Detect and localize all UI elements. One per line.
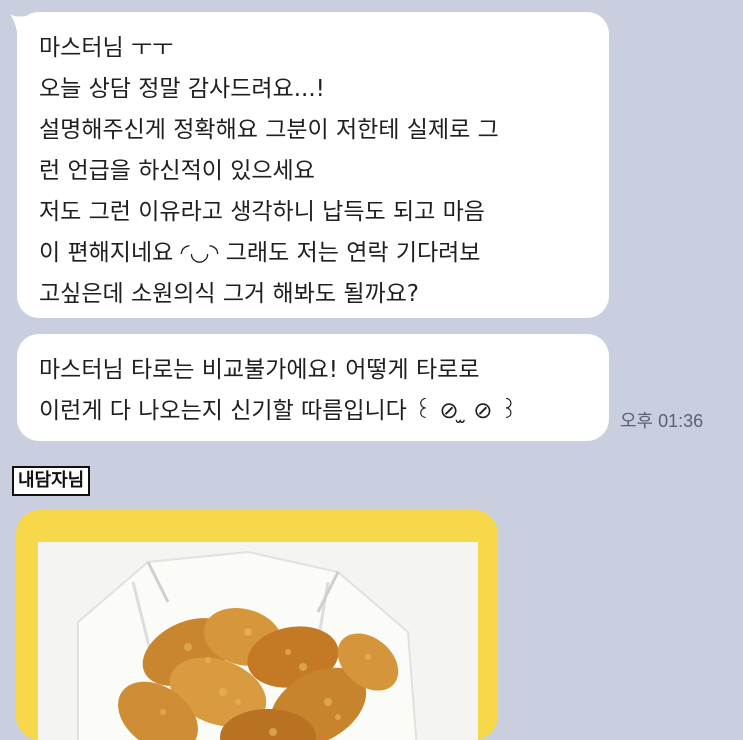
message-bubble-1[interactable]: 마스터님 ㅜㅜ 오늘 상담 정말 감사드려요...! 설명해주신게 정확해요 그… <box>17 12 609 318</box>
message-timestamp: 오후 01:36 <box>620 411 704 431</box>
message-line: 설명해주신게 정확해요 그분이 저한테 실제로 그 <box>39 117 499 143</box>
message-bubble-2[interactable]: 마스터님 타로는 비교불가에요! 어떻게 타로로 이런게 다 나오는지 신기할 … <box>17 334 609 441</box>
chicken-photo[interactable] <box>38 542 478 740</box>
image-message-card[interactable] <box>16 510 498 740</box>
message-line: 런 언급을 하신적이 있으세요 <box>39 158 315 184</box>
bubble-tail-icon <box>10 14 30 36</box>
message-line: 마스터님 타로는 비교불가에요! 어떻게 타로로 <box>39 357 480 383</box>
sender-name-label: 내담자님 <box>12 466 91 496</box>
fried-chicken-icon <box>77 550 418 740</box>
message-line: 이 편해지네요 ◜◡◝ 그래도 저는 연락 기다려보 <box>39 240 481 266</box>
message-line: 이런게 다 나오는지 신기할 따름입니다 ꒰ ⊘ ̫ ⊘ ꒱ <box>39 398 518 424</box>
message-line: 마스터님 ㅜㅜ <box>39 35 174 61</box>
message-line: 저도 그런 이유라고 생각하니 납득도 되고 마음 <box>39 199 485 225</box>
message-line: 고싶은데 소원의식 그거 해봐도 될까요? <box>39 281 420 307</box>
message-line: 오늘 상담 정말 감사드려요...! <box>39 76 325 102</box>
